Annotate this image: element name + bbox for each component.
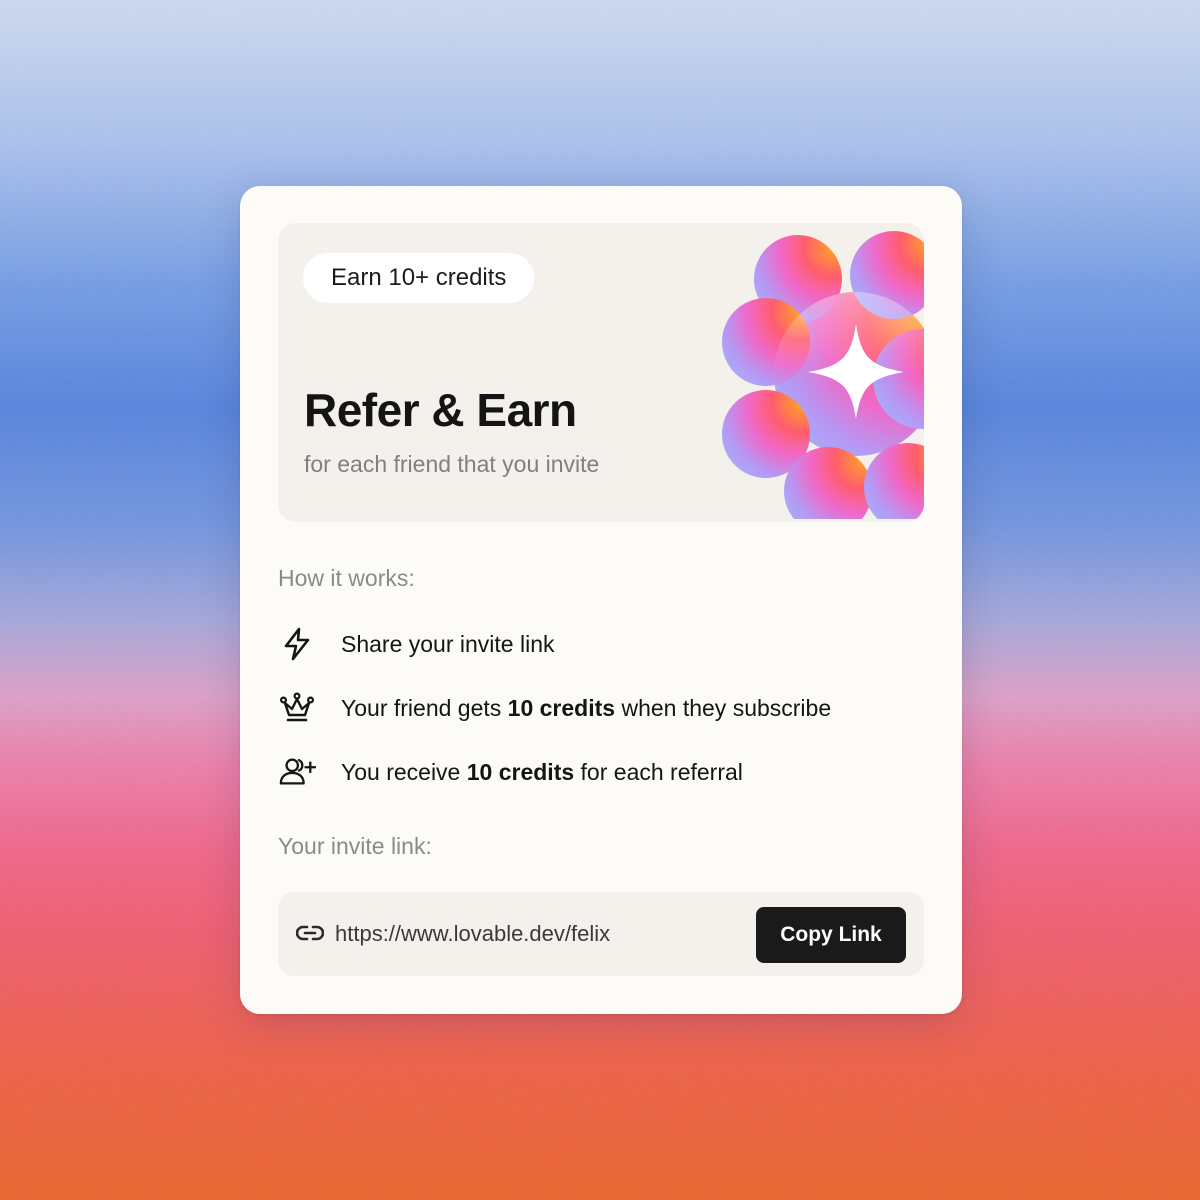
user-plus-icon	[278, 753, 316, 791]
step-text: Your friend gets 10 credits when they su…	[341, 694, 832, 721]
invite-url[interactable]: https://www.lovable.dev/felix	[335, 921, 610, 947]
page-title: Refer & Earn	[304, 384, 577, 436]
how-it-works-label: How it works:	[278, 565, 415, 591]
crown-icon	[278, 689, 316, 727]
lightning-icon	[278, 625, 316, 663]
step-text: Share your invite link	[341, 630, 555, 657]
step-friend-credits: Your friend gets 10 credits when they su…	[278, 688, 831, 728]
credits-badge: Earn 10+ credits	[303, 253, 535, 303]
invite-link-label: Your invite link:	[278, 833, 432, 859]
invite-link-field[interactable]: https://www.lovable.dev/felix Copy Link	[278, 892, 924, 976]
flower-sparkle-icon	[722, 231, 924, 519]
referral-card: Earn 10+ credits Refer & Earn for each f…	[240, 186, 962, 1014]
link-icon	[295, 922, 325, 949]
step-you-receive: You receive 10 credits for each referral	[278, 752, 743, 792]
copy-link-button[interactable]: Copy Link	[756, 907, 906, 963]
hero-panel: Earn 10+ credits Refer & Earn for each f…	[278, 223, 924, 522]
step-share-link: Share your invite link	[278, 624, 555, 664]
hero-subtitle: for each friend that you invite	[304, 451, 600, 477]
step-text: You receive 10 credits for each referral	[341, 758, 743, 785]
